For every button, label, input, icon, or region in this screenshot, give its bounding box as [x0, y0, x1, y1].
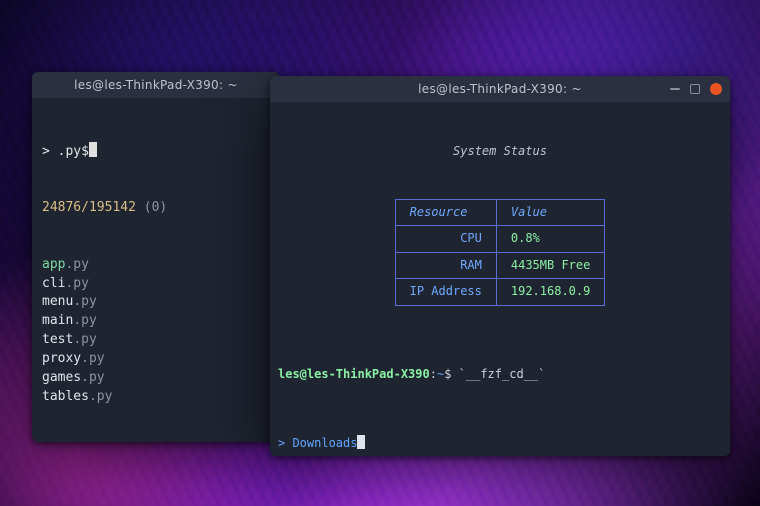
status-key: IP Address — [395, 279, 496, 305]
file-result-item[interactable]: menu.py — [42, 293, 270, 312]
prompt-prefix: > — [42, 144, 58, 159]
total-count: 195142 — [89, 200, 136, 215]
close-icon[interactable] — [710, 83, 722, 95]
shell-prompt-line[interactable]: les@les-ThinkPad-X390:~$ `__fzf_cd__` — [278, 366, 722, 383]
cursor-icon — [357, 435, 365, 449]
file-result-item[interactable]: games.py — [42, 369, 270, 388]
paren-open: ( — [136, 200, 152, 215]
cursor-icon — [89, 142, 97, 157]
file-extension: .py — [73, 294, 96, 309]
file-basename: menu — [42, 294, 73, 309]
file-result-item[interactable]: main.py — [42, 312, 270, 331]
terminal-body[interactable]: System Status Resource Value CPU0.8%RAM4… — [270, 102, 730, 456]
maximize-icon[interactable] — [690, 84, 700, 94]
file-result-item[interactable]: app.py — [42, 256, 270, 275]
match-count: 24876 — [42, 200, 81, 215]
fzf-cd-query-line[interactable]: > Downloads — [278, 435, 722, 452]
file-basename: tables — [42, 389, 89, 404]
paren-close: ) — [159, 200, 167, 215]
fzf-query-line[interactable]: > .py$ — [42, 142, 270, 162]
window-controls — [670, 83, 722, 95]
status-value: 0.8% — [496, 226, 604, 252]
file-basename: test — [42, 332, 73, 347]
file-extension: .py — [81, 370, 104, 385]
fzf-query[interactable]: .py$ — [58, 144, 89, 159]
file-basename: proxy — [42, 351, 81, 366]
status-key: RAM — [395, 252, 496, 278]
system-status-title: System Status — [278, 143, 722, 160]
fzf-cd-query[interactable]: Downloads — [292, 436, 357, 450]
status-row: IP Address192.168.0.9 — [395, 279, 605, 305]
file-extension: .py — [73, 313, 96, 328]
file-basename: cli — [42, 276, 65, 291]
ps1-user-host: les@les-ThinkPad-X390 — [278, 367, 430, 381]
status-row: RAM4435MB Free — [395, 252, 605, 278]
file-result-item[interactable]: test.py — [42, 331, 270, 350]
ps1-dollar: $ — [444, 367, 458, 381]
terminal-body[interactable]: > .py$ 24876/195142 (0) app.pycli.pymenu… — [32, 98, 280, 442]
titlebar[interactable]: les@les-ThinkPad-X390: ~ — [32, 72, 280, 98]
file-result-item[interactable]: cli.py — [42, 275, 270, 294]
status-key: CPU — [395, 226, 496, 252]
file-extension: .py — [73, 332, 96, 347]
file-extension: .py — [65, 276, 88, 291]
file-basename: main — [42, 313, 73, 328]
file-result-item[interactable]: proxy.py — [42, 350, 270, 369]
file-basename: games — [42, 370, 81, 385]
ps1-sep: : — [430, 367, 437, 381]
terminal-window-fzf-files[interactable]: les@les-ThinkPad-X390: ~ > .py$ 24876/19… — [32, 72, 280, 442]
file-result-item[interactable]: tables.py — [42, 388, 270, 407]
file-extension: .py — [81, 351, 104, 366]
system-status-table: Resource Value CPU0.8%RAM4435MB FreeIP A… — [395, 199, 606, 306]
terminal-window-main[interactable]: les@les-ThinkPad-X390: ~ System Status R… — [270, 76, 730, 456]
titlebar[interactable]: les@les-ThinkPad-X390: ~ — [270, 76, 730, 102]
status-col-value: Value — [496, 199, 604, 225]
status-row: CPU0.8% — [395, 226, 605, 252]
file-extension: .py — [65, 257, 88, 272]
status-col-resource: Resource — [395, 199, 496, 225]
status-value: 4435MB Free — [496, 252, 604, 278]
fzf-counter: 24876/195142 (0) — [42, 199, 270, 218]
file-result-list[interactable]: app.pycli.pymenu.pymain.pytest.pyproxy.p… — [42, 256, 270, 407]
minimize-icon[interactable] — [670, 88, 680, 90]
status-value: 192.168.0.9 — [496, 279, 604, 305]
shell-command: `__fzf_cd__` — [459, 367, 546, 381]
file-basename: app — [42, 257, 65, 272]
file-extension: .py — [89, 389, 112, 404]
window-title: les@les-ThinkPad-X390: ~ — [418, 82, 582, 96]
prompt-prefix: > — [278, 436, 292, 450]
window-title: les@les-ThinkPad-X390: ~ — [74, 78, 238, 92]
